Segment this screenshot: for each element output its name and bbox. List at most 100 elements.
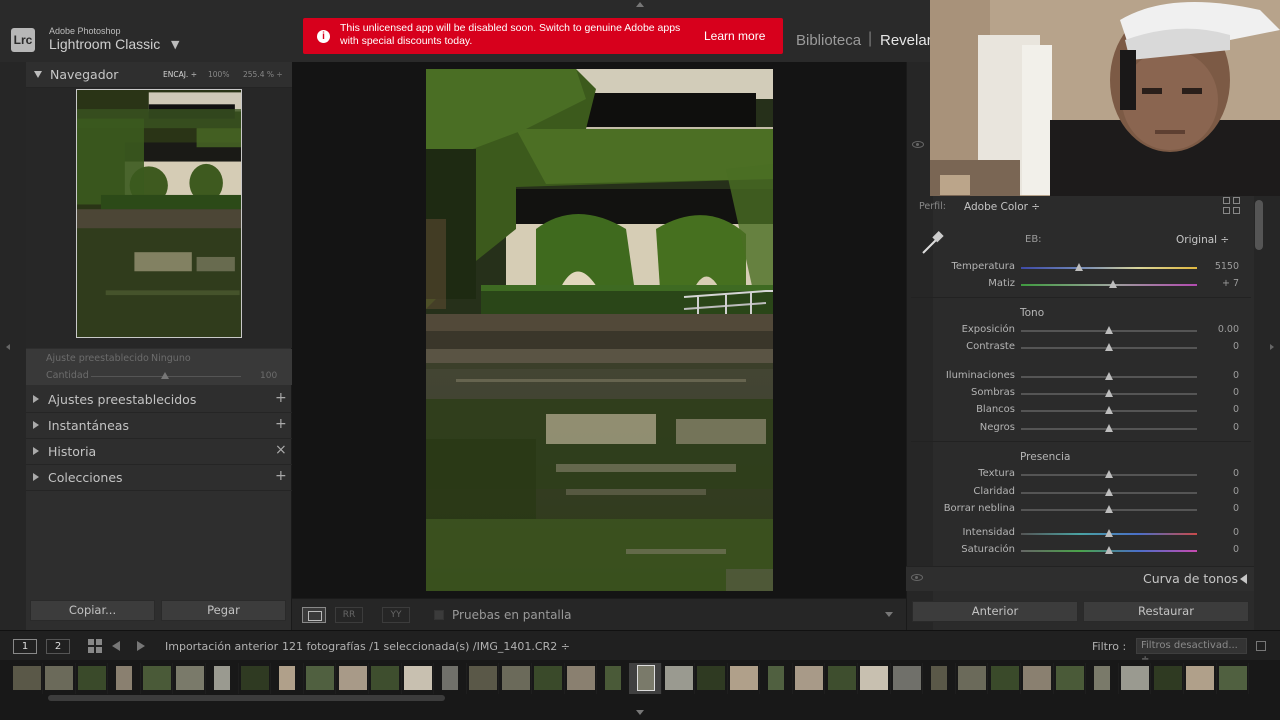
slider-temperatura[interactable]: Temperatura 5150	[911, 261, 1241, 275]
amount-slider-thumb[interactable]	[161, 372, 169, 379]
slider-value[interactable]: 0	[1199, 486, 1239, 497]
filter-lock-icon[interactable]	[1256, 641, 1266, 651]
filmstrip-thumbnail[interactable]	[597, 663, 630, 694]
filmstrip-thumbnail[interactable]	[727, 663, 761, 694]
learn-more-link[interactable]: Learn more	[704, 29, 765, 43]
expand-icon[interactable]	[33, 473, 39, 481]
filmstrip-thumbnail[interactable]	[173, 663, 206, 694]
slider-thumb[interactable]	[1108, 280, 1117, 288]
collapse-top-icon[interactable]	[636, 2, 644, 7]
filmstrip-thumbnail[interactable]	[108, 663, 141, 694]
slider-value[interactable]: 0	[1199, 387, 1239, 398]
expand-icon[interactable]	[33, 421, 39, 429]
filmstrip-thumbnail[interactable]	[1053, 663, 1087, 694]
filmstrip-count[interactable]: 121 fotografías /1 seleccionada(s) /IMG_…	[282, 640, 570, 653]
clear-icon[interactable]: ×	[275, 442, 287, 458]
slider-thumb[interactable]	[1105, 389, 1113, 397]
filmstrip-thumbnail[interactable]	[303, 663, 337, 694]
filmstrip-thumbnail[interactable]	[1184, 663, 1217, 694]
filmstrip-thumbnail[interactable]	[466, 663, 500, 694]
slider-blancos[interactable]: Blancos 0	[911, 404, 1241, 418]
slider-value[interactable]: 5150	[1199, 261, 1239, 272]
app-menu-chevron-icon[interactable]: ▼	[171, 38, 179, 51]
toolbar-dropdown-icon[interactable]	[885, 612, 893, 617]
filmstrip-thumbnail[interactable]	[206, 663, 239, 694]
slider-textura[interactable]: Textura 0	[911, 468, 1241, 482]
slider-value[interactable]: 0	[1199, 468, 1239, 479]
filmstrip-thumbnail[interactable]	[434, 663, 467, 694]
profile-browser-icon[interactable]	[1223, 197, 1241, 215]
filmstrip-thumbnail[interactable]	[271, 663, 304, 694]
slider-thumb[interactable]	[1105, 406, 1113, 414]
module-develop[interactable]: Revelar	[880, 32, 932, 49]
previous-arrow-icon[interactable]	[112, 641, 120, 651]
eye-icon[interactable]	[912, 141, 924, 148]
slider-value[interactable]: + 7	[1199, 278, 1239, 289]
slider-thumb[interactable]	[1075, 263, 1084, 271]
collapse-left-icon[interactable]	[6, 344, 10, 350]
slider-sombras[interactable]: Sombras 0	[911, 387, 1241, 401]
slider-thumb[interactable]	[1105, 488, 1113, 496]
slider-value[interactable]: 0	[1199, 404, 1239, 415]
filmstrip-thumbnail[interactable]	[988, 663, 1021, 694]
expand-icon[interactable]	[33, 395, 39, 403]
section-history[interactable]: Historia ×	[26, 439, 292, 465]
collapse-bottom-icon[interactable]	[636, 710, 644, 715]
slider-iluminaciones[interactable]: Iluminaciones 0	[911, 370, 1241, 384]
zoom-100[interactable]: 100%	[208, 70, 229, 79]
filmstrip-thumbnail[interactable]	[858, 663, 891, 694]
filmstrip-thumbnail[interactable]	[1086, 663, 1119, 694]
left-edge[interactable]	[0, 62, 26, 630]
paste-button[interactable]: Pegar	[161, 600, 286, 621]
filmstrip-thumbnail[interactable]	[695, 663, 728, 694]
filmstrip-scrollbar[interactable]	[48, 695, 445, 701]
filmstrip-thumbnail[interactable]	[499, 663, 532, 694]
preset-value[interactable]: Ninguno	[151, 353, 191, 364]
before-after-icon[interactable]: YY	[382, 607, 410, 623]
add-icon[interactable]: +	[275, 468, 287, 484]
eye-icon[interactable]	[911, 574, 923, 581]
filmstrip-thumbnail[interactable]	[1118, 663, 1152, 694]
filmstrip-thumbnail[interactable]	[75, 663, 109, 694]
filmstrip-thumbnail[interactable]	[1216, 663, 1250, 694]
expand-icon[interactable]	[33, 447, 39, 455]
navigator-thumbnail[interactable]	[76, 89, 242, 338]
filmstrip-thumbnail[interactable]	[564, 663, 598, 694]
compare-view-icon[interactable]: RR	[335, 607, 363, 623]
filmstrip-thumbnail[interactable]	[401, 663, 435, 694]
slider-thumb[interactable]	[1105, 424, 1113, 432]
soft-proof-checkbox[interactable]	[434, 610, 444, 620]
profile-select[interactable]: Adobe Color ÷	[964, 201, 1040, 213]
filmstrip-thumbnail[interactable]	[760, 663, 793, 694]
filmstrip-thumbnail[interactable]	[369, 663, 402, 694]
reset-button[interactable]: Restaurar	[1083, 601, 1249, 622]
slider-saturacion[interactable]: Saturación 0	[911, 544, 1241, 558]
add-icon[interactable]: +	[275, 416, 287, 432]
slider-thumb[interactable]	[1105, 529, 1113, 537]
copy-button[interactable]: Copiar...	[30, 600, 155, 621]
slider-value[interactable]: 0	[1199, 503, 1239, 514]
slider-track[interactable]	[1021, 267, 1197, 269]
screen-1-button[interactable]: 1	[13, 639, 37, 654]
slider-thumb[interactable]	[1105, 505, 1113, 513]
add-icon[interactable]: +	[275, 390, 287, 406]
zoom-custom[interactable]: 255.4 % ÷	[243, 70, 283, 79]
zoom-fit[interactable]: ENCAJ. ÷	[163, 70, 197, 79]
section-snapshots[interactable]: Instantáneas +	[26, 413, 292, 439]
slider-value[interactable]: 0	[1199, 544, 1239, 555]
slider-thumb[interactable]	[1105, 326, 1113, 334]
filmstrip-thumbnail[interactable]	[662, 663, 695, 694]
main-photo[interactable]	[426, 69, 773, 591]
slider-value[interactable]: 0	[1199, 341, 1239, 352]
slider-matiz[interactable]: Matiz + 7	[911, 278, 1241, 292]
module-library[interactable]: Biblioteca	[796, 32, 861, 49]
slider-negros[interactable]: Negros 0	[911, 422, 1241, 436]
screen-2-button[interactable]: 2	[46, 639, 70, 654]
filmstrip-thumbnail[interactable]	[923, 663, 956, 694]
filmstrip-source[interactable]: Importación anterior	[165, 640, 278, 653]
wb-select[interactable]: Original ÷	[1176, 234, 1229, 246]
slider-contraste[interactable]: Contraste 0	[911, 341, 1241, 355]
filmstrip-thumbnail[interactable]	[629, 663, 663, 694]
navigator-expand-icon[interactable]	[34, 71, 42, 78]
slider-thumb[interactable]	[1105, 343, 1113, 351]
